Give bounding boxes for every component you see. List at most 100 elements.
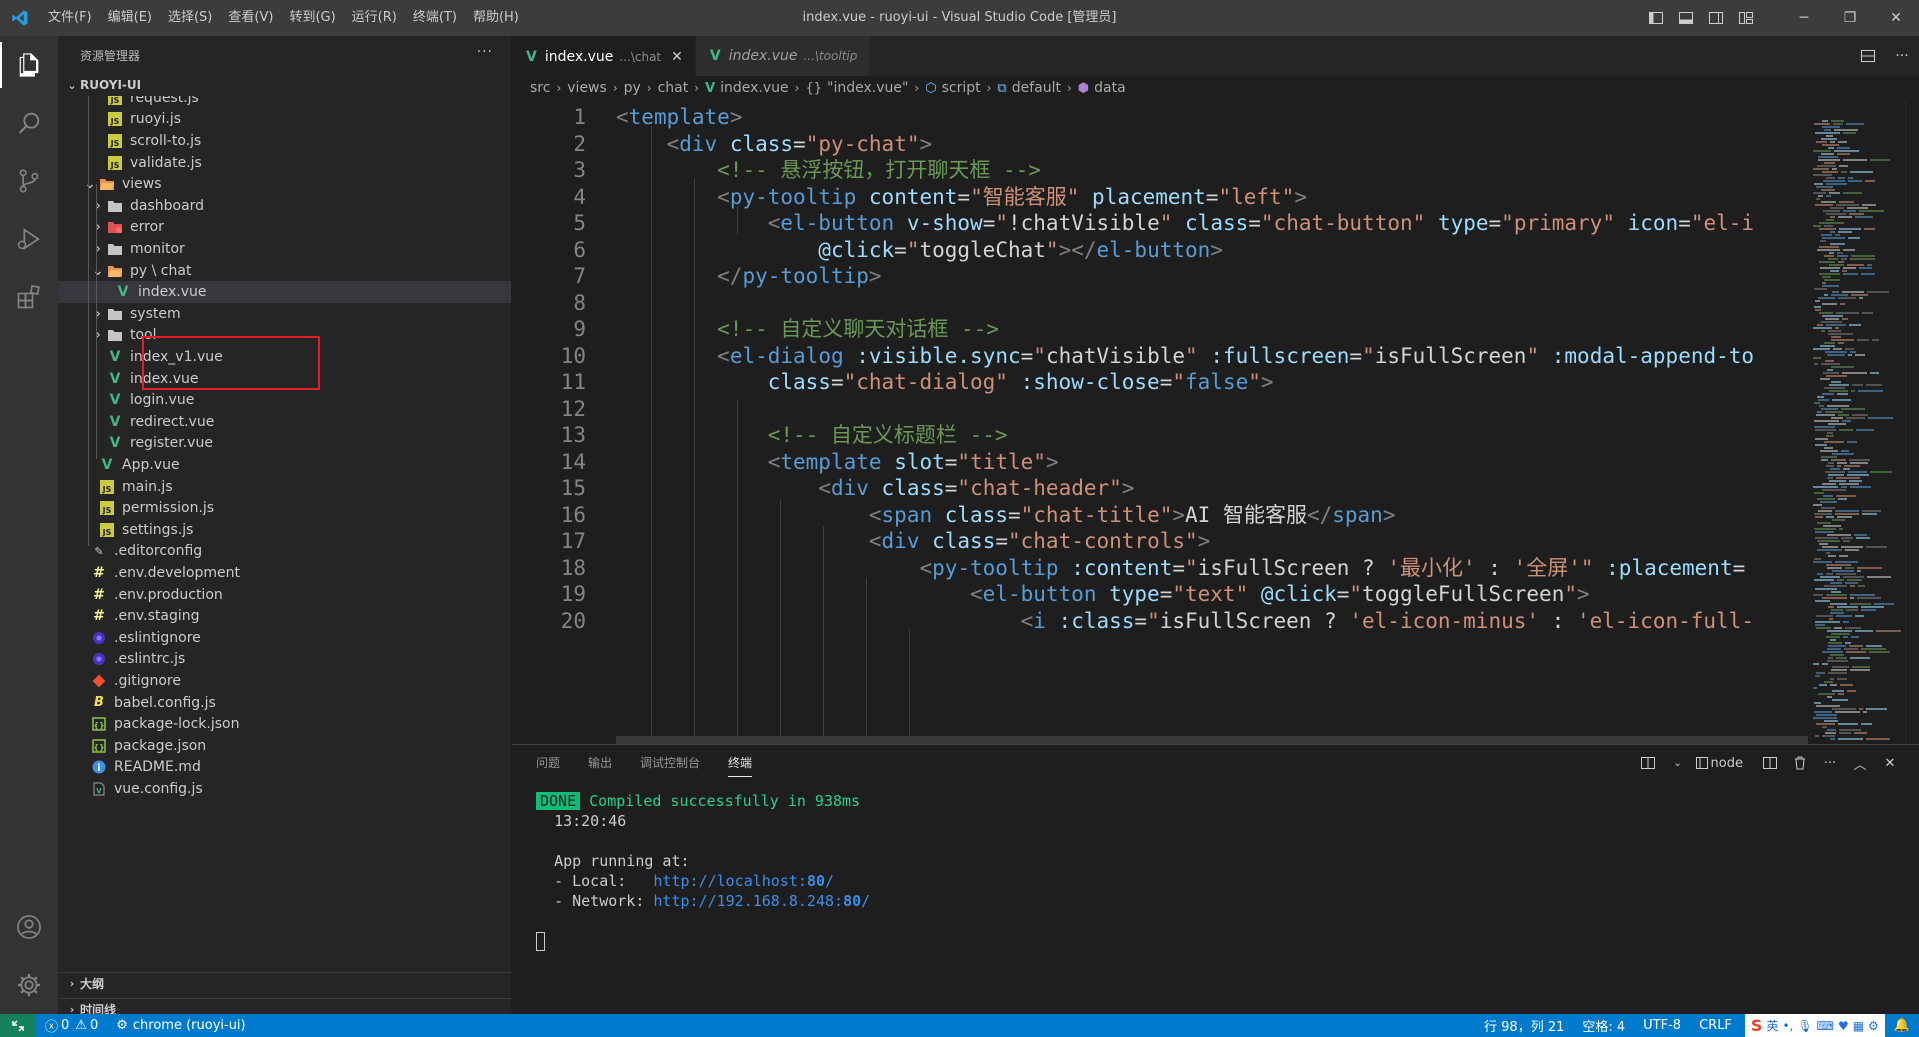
tab-index-vue-chat[interactable]: V index.vue ...\chat ✕	[512, 36, 696, 76]
breadcrumb-item[interactable]: py	[624, 80, 641, 96]
tab-problems[interactable]: 问题	[536, 745, 560, 781]
settings-icon[interactable]: ⚙	[1868, 1019, 1879, 1033]
tree-file[interactable]: ✎ .editorconfig	[58, 541, 511, 563]
outline-section[interactable]: › 大纲	[58, 972, 511, 994]
search-icon[interactable]	[0, 94, 58, 152]
horizontal-scrollbar[interactable]	[616, 736, 1808, 744]
tree-file[interactable]: JS scroll-to.js	[58, 130, 511, 152]
workspace-root[interactable]: ⌄ RUOYI-UI	[58, 74, 511, 96]
microphone-icon[interactable]: 🎙	[1797, 1019, 1812, 1033]
notifications-bell-icon[interactable]: 🔔	[1885, 1014, 1919, 1037]
tab-debug-console[interactable]: 调试控制台	[640, 745, 700, 781]
debug-launch-status[interactable]: ⚙ chrome (ruoyi-ui)	[107, 1014, 254, 1037]
code-editor[interactable]: 1 <template> 2 <div class="py-chat"> 3 <!--…	[512, 100, 1808, 744]
breadcrumb-item[interactable]: src	[530, 80, 550, 96]
tab-index-vue-tooltip[interactable]: V index.vue ...\tooltip	[695, 36, 871, 76]
panel-more-actions-icon[interactable]: ···	[1815, 756, 1845, 771]
new-terminal-split-icon[interactable]	[1633, 755, 1663, 771]
skin-icon[interactable]: ♥	[1838, 1019, 1849, 1033]
customize-layout-icon[interactable]	[1731, 0, 1761, 36]
toggle-panel-icon[interactable]	[1671, 0, 1701, 36]
tab-output[interactable]: 输出	[588, 745, 612, 781]
tools-icon[interactable]: ▦	[1853, 1019, 1864, 1033]
extensions-icon[interactable]	[0, 268, 58, 326]
menu-go[interactable]: 转到(G)	[281, 0, 343, 36]
split-editor-icon[interactable]	[1851, 48, 1885, 64]
terminal-name[interactable]: node	[1711, 756, 1743, 771]
menu-terminal[interactable]: 终端(T)	[405, 0, 465, 36]
more-actions-icon[interactable]: ···	[477, 44, 493, 60]
breadcrumb-item[interactable]: "index.vue"	[827, 80, 908, 96]
tree-folder[interactable]: ⌄ views	[58, 173, 511, 195]
tree-file[interactable]: JS settings.js	[58, 519, 511, 541]
tree-file[interactable]: JS main.js	[58, 476, 511, 498]
menu-file[interactable]: 文件(F)	[40, 0, 100, 36]
remote-icon[interactable]	[0, 1014, 36, 1037]
breadcrumb-item[interactable]: index.vue	[720, 80, 789, 96]
close-panel-icon[interactable]: ✕	[1875, 756, 1905, 771]
tree-file[interactable]: i README.md	[58, 757, 511, 779]
minimap[interactable]	[1809, 100, 1905, 744]
encoding[interactable]: UTF-8	[1634, 1014, 1690, 1037]
manage-gear-icon[interactable]	[0, 956, 58, 1014]
tree-file[interactable]: Vindex.vue	[58, 281, 511, 303]
restore-window-icon[interactable]: ❐	[1827, 0, 1873, 36]
close-tab-icon[interactable]: ✕	[671, 49, 683, 65]
breadcrumb-item[interactable]: data	[1094, 80, 1126, 96]
chevron-down-icon[interactable]: ⌄	[1663, 758, 1693, 769]
tab-terminal[interactable]: 终端	[728, 745, 753, 781]
tree-file[interactable]: # .env.development	[58, 562, 511, 584]
breadcrumb-item[interactable]: views	[567, 80, 607, 96]
tree-file[interactable]: Vindex.vue	[58, 368, 511, 390]
tree-file[interactable]: Vvue.config.js	[58, 778, 511, 800]
vertical-scrollbar[interactable]	[1905, 100, 1919, 744]
breadcrumb-item[interactable]: script	[942, 80, 981, 96]
menu-help[interactable]: 帮助(H)	[465, 0, 527, 36]
tree-folder[interactable]: › error	[58, 217, 511, 239]
tree-file[interactable]: .gitignore	[58, 670, 511, 692]
tree-file[interactable]: Vredirect.vue	[58, 411, 511, 433]
tree-folder[interactable]: ⌄ py \ chat	[58, 260, 511, 282]
menu-view[interactable]: 查看(V)	[220, 0, 281, 36]
accounts-icon[interactable]	[0, 898, 58, 956]
tree-file[interactable]: .eslintignore	[58, 627, 511, 649]
breadcrumb-item[interactable]: default	[1012, 80, 1061, 96]
menu-edit[interactable]: 编辑(E)	[100, 0, 160, 36]
minimize-window-icon[interactable]: ─	[1781, 0, 1827, 36]
tree-file[interactable]: # .env.production	[58, 584, 511, 606]
cursor-position[interactable]: 行 98，列 21	[1475, 1014, 1573, 1037]
menu-run[interactable]: 运行(R)	[344, 0, 405, 36]
close-window-icon[interactable]: ✕	[1873, 0, 1919, 36]
editor-more-actions-icon[interactable]: ···	[1885, 48, 1919, 64]
explorer-icon[interactable]	[0, 36, 58, 94]
tree-file[interactable]: {} package.json	[58, 735, 511, 757]
tree-folder[interactable]: › monitor	[58, 238, 511, 260]
indentation[interactable]: 空格: 4	[1573, 1014, 1634, 1037]
tree-file[interactable]: Vregister.vue	[58, 433, 511, 455]
tree-file[interactable]: Bbabel.config.js	[58, 692, 511, 714]
trash-icon[interactable]	[1785, 755, 1815, 771]
local-url-link[interactable]: http://localhost:80/	[653, 872, 834, 890]
keyboard-icon[interactable]: ⌨	[1817, 1019, 1834, 1033]
tree-file[interactable]: JS validate.js	[58, 152, 511, 174]
tree-file[interactable]: JS permission.js	[58, 497, 511, 519]
tree-file[interactable]: JS ruoyi.js	[58, 109, 511, 131]
tree-folder[interactable]: › system	[58, 303, 511, 325]
terminal-output[interactable]: DONE Compiled successfully in 938ms 13:2…	[536, 791, 870, 951]
tree-folder[interactable]: › dashboard	[58, 195, 511, 217]
split-terminal-icon[interactable]	[1755, 755, 1785, 771]
tree-file[interactable]: Vindex_v1.vue	[58, 346, 511, 368]
breadcrumb-item[interactable]: chat	[658, 80, 689, 96]
network-url-link[interactable]: http://192.168.8.248:80/	[653, 892, 870, 910]
tree-file[interactable]: {} package-lock.json	[58, 713, 511, 735]
tree-file[interactable]: JS request.js	[58, 96, 511, 109]
tree-folder[interactable]: › tool	[58, 325, 511, 347]
tree-file[interactable]: V App.vue	[58, 454, 511, 476]
toggle-secondary-sidebar-icon[interactable]	[1701, 0, 1731, 36]
toggle-sidebar-icon[interactable]	[1641, 0, 1671, 36]
problems-status[interactable]: ⓧ 0 ⚠ 0	[36, 1014, 107, 1037]
run-debug-icon[interactable]	[0, 210, 58, 268]
source-control-icon[interactable]	[0, 152, 58, 210]
tree-file[interactable]: Vlogin.vue	[58, 389, 511, 411]
ime-toolbar[interactable]: S 英 •, 🎙 ⌨ ♥ ▦ ⚙	[1744, 1014, 1885, 1037]
